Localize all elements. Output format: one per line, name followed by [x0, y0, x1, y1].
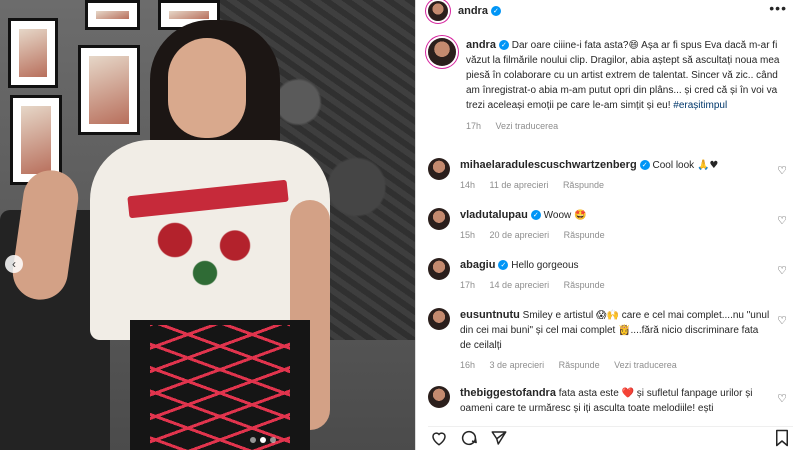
comment-meta: 17h 14 de aprecieri Răspunde [460, 278, 770, 293]
comment-icon[interactable] [458, 427, 480, 449]
verified-badge-icon: ✓ [498, 40, 509, 51]
comment-emoji: 🤩 [574, 210, 587, 221]
verified-badge-icon: ✓ [490, 6, 501, 16]
heart-outline-icon[interactable]: ♡ [777, 164, 787, 177]
comment-likes[interactable]: 14 de aprecieri [490, 280, 550, 290]
comment-meta: 16h 3 de aprecieri Răspunde Vezi traduce… [460, 358, 770, 373]
caption-text: andra ✓ Dar oare ciiine-i fata asta?😄 Așa… [466, 38, 793, 113]
commenter-username[interactable]: eusuntnutu [460, 309, 520, 321]
caption-body-1: Dar oare ciiine-i fata asta? [511, 40, 629, 51]
comment-text: fata asta este [558, 388, 619, 399]
verified-badge-icon: ✓ [530, 210, 541, 221]
reply-button[interactable]: Răspunde [559, 360, 600, 370]
author-username[interactable]: andra [458, 5, 488, 17]
verified-badge-icon: ✓ [639, 160, 650, 171]
comment-item: vladutalupau ✓ Woow 🤩 15h 20 de aprecieri… [428, 208, 793, 243]
comment-meta: 14h 11 de aprecieri Răspunde [460, 178, 770, 193]
author-avatar[interactable] [428, 1, 448, 21]
post-action-bar [428, 426, 793, 448]
shirt-graphic-roses [130, 185, 280, 295]
caption-avatar[interactable] [428, 38, 456, 66]
post-sidebar: andra ✓ ••• andra ✓ Dar oare ciiine-i fat… [415, 0, 800, 450]
see-translation-link[interactable]: Vezi traducerea [614, 360, 677, 370]
wall-frame [8, 18, 58, 88]
heart-outline-icon[interactable]: ♡ [777, 392, 787, 405]
see-translation-link[interactable]: Vezi traducerea [496, 121, 559, 131]
caption-username[interactable]: andra [466, 39, 496, 51]
carousel-dots [250, 437, 276, 443]
comment-likes[interactable]: 3 de aprecieri [490, 360, 545, 370]
skirt-laces [150, 325, 290, 450]
verified-badge-icon: ✓ [498, 260, 509, 271]
commenter-username[interactable]: thebiggestofandra [460, 387, 556, 399]
commenter-username[interactable]: mihaelaradulescuschwartzenberg [460, 159, 637, 171]
post-photo[interactable]: ‹ [0, 0, 415, 450]
caption-meta: 17h Vezi traducerea [466, 119, 793, 134]
commenter-avatar[interactable] [428, 158, 450, 180]
hashtag-link[interactable]: #erașitimpul [673, 100, 727, 111]
comment-timestamp[interactable]: 16h [460, 360, 475, 370]
reply-button[interactable]: Răspunde [564, 230, 605, 240]
comment-item: eusuntnutu Smiley e artistul 😱🙌 care e c… [428, 308, 793, 373]
comment-likes[interactable]: 11 de aprecieri [490, 180, 549, 190]
comment-text: Hello gorgeous [511, 260, 579, 271]
wall-frame [85, 0, 140, 30]
comment-emoji: 😱🙌 [596, 310, 619, 321]
heart-icon[interactable] [428, 427, 450, 449]
share-icon[interactable] [488, 427, 510, 449]
person-face [168, 38, 246, 138]
comment-text: Cool look [652, 160, 695, 171]
heart-outline-icon[interactable]: ♡ [777, 214, 787, 227]
caption-emoji: 😄 [628, 40, 639, 51]
comment-text: Woow [543, 210, 572, 221]
comment-item: mihaelaradulescuschwartzenberg ✓ Cool loo… [428, 158, 793, 193]
bookmark-icon[interactable] [771, 427, 793, 449]
commenter-username[interactable]: abagiu [460, 259, 495, 271]
heart-outline-icon[interactable]: ♡ [777, 314, 787, 327]
comment-emoji: ❤️ [621, 388, 635, 399]
comment-timestamp[interactable]: 15h [460, 230, 475, 240]
caption-timestamp[interactable]: 17h [466, 121, 481, 131]
commenter-avatar[interactable] [428, 308, 450, 330]
commenter-avatar[interactable] [428, 258, 450, 280]
commenter-username[interactable]: vladutalupau [460, 209, 528, 221]
reply-button[interactable]: Răspunde [563, 180, 604, 190]
heart-outline-icon[interactable]: ♡ [777, 264, 787, 277]
carousel-dot-active [260, 437, 266, 443]
carousel-dot [270, 437, 276, 443]
post-header: andra ✓ ••• [416, 0, 800, 22]
more-options-icon[interactable]: ••• [769, 0, 787, 16]
comment-meta: 15h 20 de aprecieri Răspunde [460, 228, 770, 243]
wall-frame [78, 45, 140, 135]
post-caption: andra ✓ Dar oare ciiine-i fata asta?😄 Așa… [428, 38, 793, 134]
comment-item: abagiu ✓ Hello gorgeous 17h 14 de aprecie… [428, 258, 793, 293]
commenter-avatar[interactable] [428, 386, 450, 408]
comment-likes[interactable]: 20 de aprecieri [490, 230, 550, 240]
comment-timestamp[interactable]: 17h [460, 280, 475, 290]
comment-text: Smiley e artistul [522, 310, 594, 321]
comment-timestamp[interactable]: 14h [460, 180, 475, 190]
reply-button[interactable]: Răspunde [564, 280, 605, 290]
chevron-left-icon[interactable]: ‹ [5, 255, 23, 273]
comment-emoji-2: 👸 [618, 325, 631, 336]
carousel-dot [250, 437, 256, 443]
comment-item: thebiggestofandra fata asta este ❤️ și s… [428, 386, 793, 422]
comment-emoji: 🙏♥ [696, 160, 719, 171]
commenter-avatar[interactable] [428, 208, 450, 230]
